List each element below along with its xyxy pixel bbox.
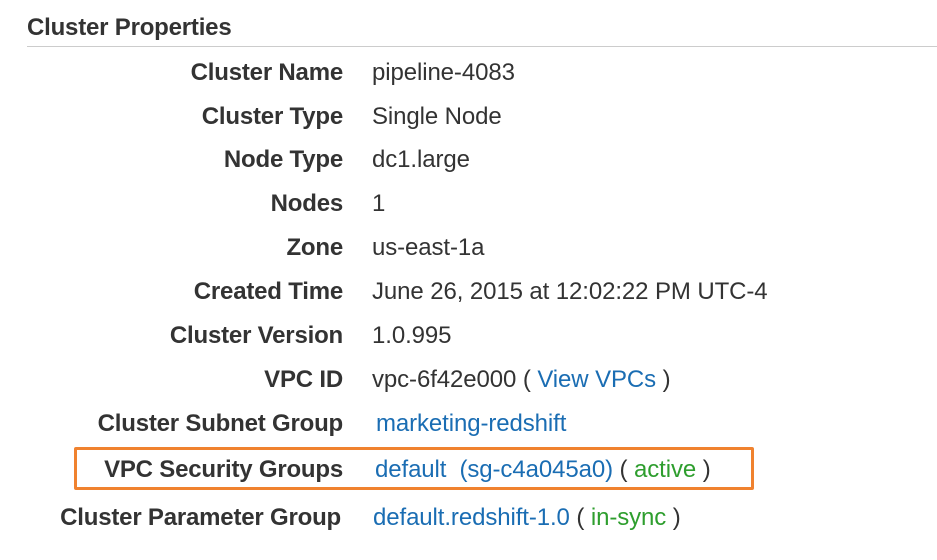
- security-groups-label: VPC Security Groups: [104, 456, 343, 483]
- cluster-name-value: pipeline-4083: [372, 59, 515, 86]
- created-time-label: Created Time: [193, 278, 343, 305]
- cluster-version-value: 1.0.995: [372, 322, 452, 349]
- row-cluster-name: Cluster Name pipeline-4083: [0, 55, 937, 91]
- vpc-id-label: VPC ID: [264, 366, 343, 393]
- row-zone: Zone us-east-1a: [0, 230, 937, 266]
- parameter-group-value-group: default.redshift-1.0 ( in-sync ): [373, 500, 681, 536]
- node-type-label: Node Type: [223, 146, 343, 173]
- cluster-version-label: Cluster Version: [169, 322, 343, 349]
- zone-value: us-east-1a: [372, 234, 485, 261]
- vpc-id-close-paren: ): [662, 366, 671, 393]
- section-divider: [27, 46, 937, 47]
- parameter-group-open-paren: (: [576, 504, 585, 531]
- view-vpcs-link[interactable]: View VPCs: [537, 366, 656, 393]
- vpc-id-open-paren: (: [522, 366, 531, 393]
- parameter-group-label: Cluster Parameter Group: [60, 504, 341, 531]
- security-group-id-link[interactable]: (sg-c4a045a0): [460, 456, 614, 483]
- cluster-name-label: Cluster Name: [190, 59, 344, 86]
- subnet-group-value-group: marketing-redshift: [376, 406, 566, 442]
- row-subnet-group: Cluster Subnet Group marketing-redshift: [0, 406, 937, 442]
- subnet-group-label: Cluster Subnet Group: [97, 410, 344, 437]
- parameter-group-close-paren: ): [672, 504, 681, 531]
- security-group-default-link[interactable]: default: [375, 456, 446, 483]
- nodes-label: Nodes: [270, 190, 344, 217]
- row-security-groups: VPC Security Groups default (sg-c4a045a0…: [0, 452, 937, 488]
- security-groups-value-group: default (sg-c4a045a0) ( active ): [375, 452, 711, 488]
- nodes-value: 1: [372, 190, 386, 217]
- row-node-type: Node Type dc1.large: [0, 142, 937, 178]
- vpc-id-value: vpc-6f42e000: [372, 366, 517, 393]
- zone-label: Zone: [286, 234, 343, 261]
- security-groups-open-paren: (: [619, 456, 628, 483]
- parameter-group-link[interactable]: default.redshift-1.0: [373, 504, 570, 531]
- row-vpc-id: VPC ID vpc-6f42e000 ( View VPCs ): [0, 362, 937, 398]
- row-nodes: Nodes 1: [0, 186, 937, 222]
- section-title: Cluster Properties: [27, 14, 232, 41]
- row-cluster-version: Cluster Version 1.0.995: [0, 318, 937, 354]
- parameter-group-status: in-sync: [590, 504, 667, 531]
- security-groups-close-paren: ): [702, 456, 711, 483]
- security-groups-status: active: [634, 456, 697, 483]
- row-cluster-type: Cluster Type Single Node: [0, 99, 937, 135]
- cluster-type-label: Cluster Type: [201, 103, 343, 130]
- row-parameter-group: Cluster Parameter Group default.redshift…: [0, 500, 937, 536]
- node-type-value: dc1.large: [372, 146, 470, 173]
- row-created-time: Created Time June 26, 2015 at 12:02:22 P…: [0, 274, 937, 310]
- subnet-group-link[interactable]: marketing-redshift: [376, 410, 566, 437]
- cluster-type-value: Single Node: [372, 103, 502, 130]
- vpc-id-value-group: vpc-6f42e000 ( View VPCs ): [372, 362, 671, 398]
- created-time-value: June 26, 2015 at 12:02:22 PM UTC-4: [372, 278, 768, 305]
